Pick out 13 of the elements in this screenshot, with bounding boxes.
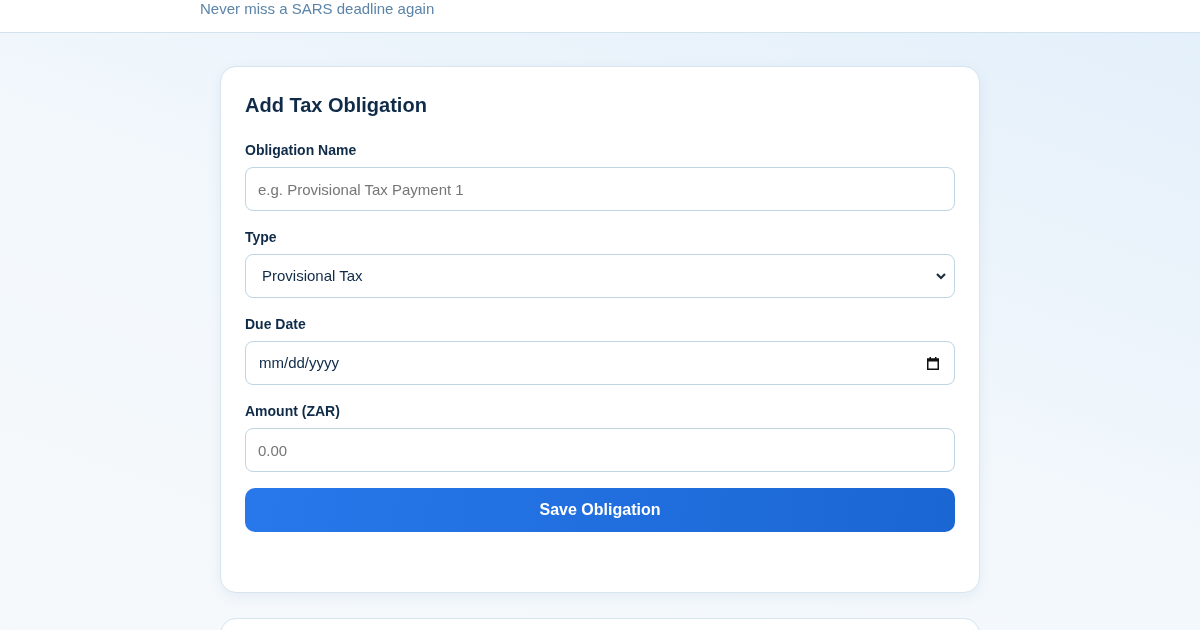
form-title: Add Tax Obligation [245, 93, 427, 118]
field-label: Due Date [245, 315, 306, 334]
type-select[interactable]: Provisional Tax [245, 254, 955, 298]
save-button[interactable]: Save Obligation [245, 488, 955, 532]
amount-field[interactable]: 0.00 [245, 428, 955, 472]
field-label: Amount (ZAR) [245, 402, 340, 421]
calendar-icon [927, 356, 939, 370]
field-label: Obligation Name [245, 141, 357, 160]
chevron-down-icon [936, 272, 946, 280]
name-field[interactable]: e.g. Provisional Tax Payment 1 [245, 167, 955, 211]
field-label: Type [245, 228, 277, 247]
due-date-field[interactable]: mm/dd/yyyy [245, 341, 955, 385]
tagline: Never miss a SARS deadline again [200, 0, 435, 18]
